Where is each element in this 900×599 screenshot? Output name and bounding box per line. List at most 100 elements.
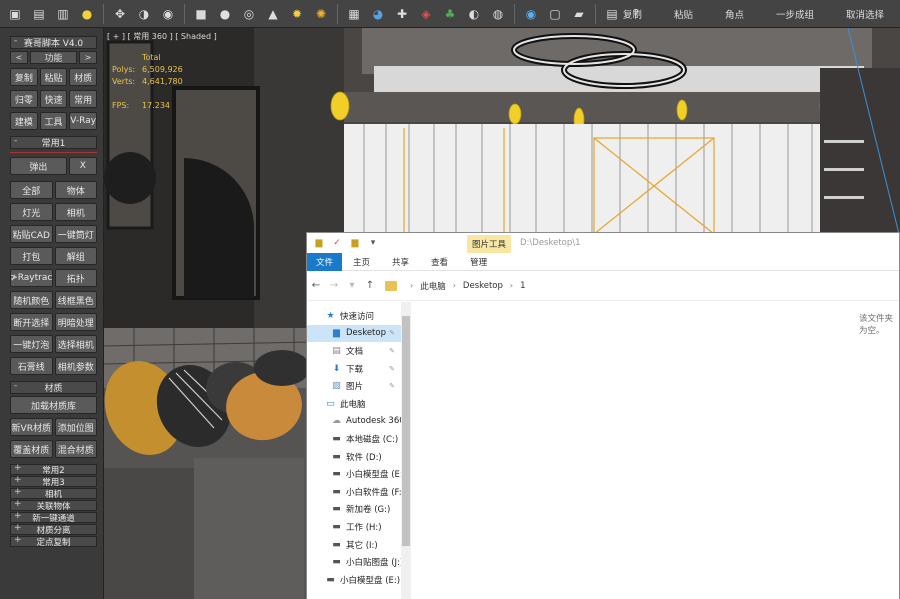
nav-item-5[interactable]: ▭ 此电脑 [307,395,411,413]
common1-button-0[interactable]: 全部 [10,181,53,199]
nav-item-7[interactable]: ▬ 本地磁盘 (C:) [307,430,411,448]
function-button-1[interactable]: 粘贴 [39,68,68,86]
function-button-3[interactable]: 归零 [10,90,38,108]
nav-item-9[interactable]: ▬ 小白模型盘 (E:) [307,465,411,483]
function-button-7[interactable]: 工具 [39,112,68,130]
tab-share[interactable]: 共享 [381,253,420,271]
pin-icon[interactable]: ✎ [389,365,395,373]
material-button-1[interactable]: 添加位图 [54,418,97,436]
grid-icon[interactable]: ▦ [344,4,364,24]
toolbar-group-button[interactable]: 一步成组 [760,7,830,21]
common1-button-17[interactable]: 相机参数 [54,357,97,375]
render-icon[interactable]: ▰ [569,4,589,24]
picture-tools-tab[interactable]: 图片工具 [467,235,511,253]
panel-title-header[interactable]: - 赛哥脚本 V4.0 [10,36,97,49]
chevron-right-icon[interactable]: › [410,281,413,290]
uvw-icon[interactable]: ◍ [488,4,508,24]
material-button-3[interactable]: 混合材质 [54,440,97,458]
section-common1-header[interactable]: - 常用1 [10,136,97,149]
sun-small-icon[interactable]: ✺ [311,4,331,24]
common1-button-6[interactable]: 打包 [10,247,53,265]
viewport-label[interactable]: [ + ] [ 常用 360 ] [ Shaded ] [107,31,217,42]
common1-button-9[interactable]: 拓扑 [54,269,97,287]
function-button-8[interactable]: V-Ray [69,112,97,130]
panel-function-label[interactable]: 功能 [30,51,77,64]
collapsed-section-4[interactable]: + 新一键通道 [10,511,97,524]
nav-item-4[interactable]: ▨ 图片 ✎ [307,377,411,395]
function-button-6[interactable]: 建模 [10,112,38,130]
common1-button-3[interactable]: 相机 [54,203,97,221]
breadcrumb-desktop[interactable]: Desketop [463,281,503,291]
forward-arrow-icon[interactable]: → [325,280,343,291]
snap-icon[interactable]: ✚ [392,4,412,24]
box-icon[interactable]: ■ [191,4,211,24]
rotate-icon[interactable]: ◑ [134,4,154,24]
toolbar-corner-button[interactable]: 角点 [709,7,760,21]
common1-button-14[interactable]: 一键灯泡 [10,335,53,353]
toolbar-paste-button[interactable]: 粘贴 [658,7,709,21]
panel-next-button[interactable]: > [79,51,97,64]
properties-icon[interactable]: ✓ [331,237,343,249]
render-frame-icon[interactable]: ▣ [5,4,25,24]
globe-icon[interactable]: ◉ [521,4,541,24]
tab-home[interactable]: 主页 [342,253,381,271]
back-arrow-icon[interactable]: ← [307,280,325,291]
tab-view[interactable]: 查看 [420,253,459,271]
file-content-pane[interactable]: 该文件夹为空。 [411,302,899,599]
nav-item-12[interactable]: ▬ 工作 (H:) [307,518,411,536]
collapsed-section-2[interactable]: + 相机 [10,487,97,500]
plant-icon[interactable]: ♣ [440,4,460,24]
render-setup-icon[interactable]: ▥ [53,4,73,24]
navigation-scrollbar[interactable] [401,302,411,599]
collapsed-section-1[interactable]: + 常用3 [10,475,97,488]
chevron-right-icon[interactable]: › [453,281,456,290]
nav-item-13[interactable]: ▬ 其它 (I:) [307,536,411,554]
sun-icon[interactable]: ✹ [287,4,307,24]
hdri-icon[interactable]: ◐ [464,4,484,24]
toolbar-copy-button[interactable]: 复制 [607,7,658,21]
pin-icon[interactable]: ✎ [389,382,395,390]
toolbar-deselect-button[interactable]: 取消选择 [830,7,900,21]
nav-item-15[interactable]: ▬ 小白模型盘 (E:) [307,571,411,589]
load-material-library-button[interactable]: 加载材质库 [10,396,97,414]
material-editor-icon[interactable]: ▤ [29,4,49,24]
scrollbar-thumb[interactable] [402,316,410,546]
nav-item-14[interactable]: ▬ 小白贴图盘 (J:) [307,553,411,571]
new-folder-icon[interactable]: ▆ [349,237,361,249]
material-button-2[interactable]: 覆盖材质 [10,440,53,458]
section-material-header[interactable]: - 材质 [10,381,97,394]
common1-button-12[interactable]: 断开选择 [10,313,53,331]
panel-prev-button[interactable]: < [10,51,28,64]
common1-button-15[interactable]: 选择相机 [54,335,97,353]
function-button-2[interactable]: 材质 [69,68,97,86]
collapsed-section-5[interactable]: + 材质分离 [10,523,97,536]
common1-button-2[interactable]: 灯光 [10,203,53,221]
close-panel-button[interactable]: X [68,157,97,175]
nav-item-10[interactable]: ▬ 小白软件盘 (F:) [307,483,411,501]
breadcrumb-this-pc[interactable]: 此电脑 [420,280,446,292]
nav-item-0[interactable]: ★ 快速访问 [307,307,411,325]
collapsed-section-6[interactable]: + 定点复制 [10,535,97,548]
pin-icon[interactable]: ✎ [389,347,395,355]
nav-item-1[interactable]: ▆ Desketop ✎ [307,324,411,343]
material-button-0[interactable]: 新VR材质 [10,418,53,436]
common1-button-5[interactable]: 一键筒灯 [54,225,97,243]
common1-button-7[interactable]: 解组 [54,247,97,265]
chevron-right-icon[interactable]: › [510,281,513,290]
function-button-4[interactable]: 快速 [39,90,68,108]
common1-button-8[interactable]: ≯Raytrac [10,269,53,287]
nav-item-6[interactable]: ☁ Autodesk 360 [307,413,411,431]
viewport-icon[interactable]: ▢ [545,4,565,24]
collapsed-section-3[interactable]: + 关联物体 [10,499,97,512]
address-bar[interactable]: › 此电脑 › Desketop › 1 [385,276,899,296]
quick-access-dropdown-icon[interactable]: ▾ [367,237,379,249]
up-arrow-icon[interactable]: ↑ [361,280,379,291]
function-button-5[interactable]: 常用 [69,90,97,108]
breadcrumb-folder-1[interactable]: 1 [520,281,525,291]
popup-button[interactable]: 弹出 [10,157,67,175]
nav-item-11[interactable]: ▬ 新加卷 (G:) [307,501,411,519]
nav-item-8[interactable]: ▬ 软件 (D:) [307,448,411,466]
sphere-icon[interactable]: ● [215,4,235,24]
recent-dropdown-icon[interactable]: ▾ [343,280,361,291]
common1-button-13[interactable]: 明暗处理 [54,313,97,331]
